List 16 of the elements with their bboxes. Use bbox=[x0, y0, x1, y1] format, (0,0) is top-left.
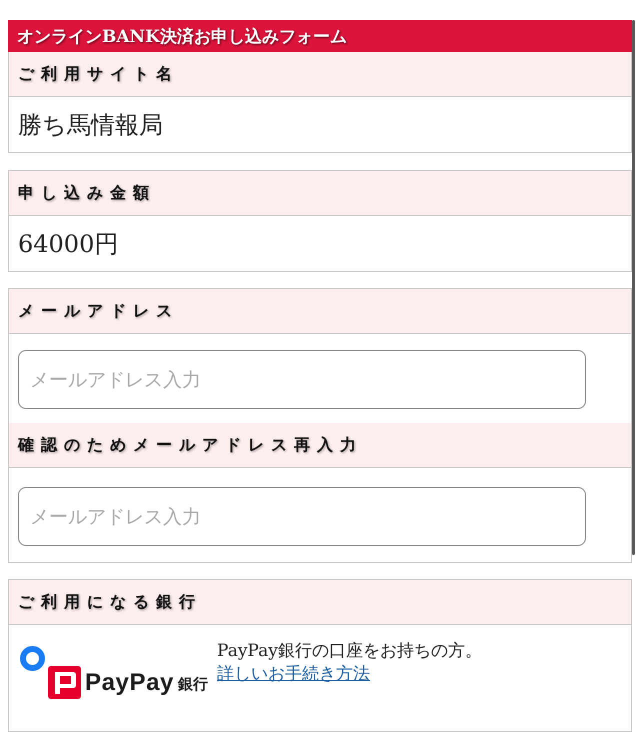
bank-description: PayPay銀行の口座をお持ちの方。 bbox=[217, 640, 482, 663]
form-title: オンラインBANK決済お申し込みフォーム bbox=[8, 20, 632, 52]
field-label: 確認のためメールアドレス再入力 bbox=[18, 434, 363, 456]
logo-wordmark: PayPay bbox=[85, 668, 174, 696]
field-value: 64000円 bbox=[18, 228, 118, 260]
field-label: 申し込み金額 bbox=[18, 182, 156, 204]
field-label: ご利用サイト名 bbox=[18, 64, 179, 84]
logo-caption: 銀行 bbox=[178, 674, 208, 694]
field-value: 勝ち馬情報局 bbox=[18, 110, 163, 140]
field-label: メールアドレス bbox=[18, 300, 179, 322]
email-field[interactable]: メールアドレス入力 bbox=[18, 487, 586, 546]
procedure-link[interactable]: 詳しいお手続き方法 bbox=[217, 663, 370, 686]
radio-button[interactable] bbox=[20, 646, 45, 671]
field-label: ご利用になる銀行 bbox=[18, 592, 202, 612]
logo-mark-icon bbox=[48, 666, 81, 699]
email-field[interactable]: メールアドレス入力 bbox=[18, 350, 586, 409]
